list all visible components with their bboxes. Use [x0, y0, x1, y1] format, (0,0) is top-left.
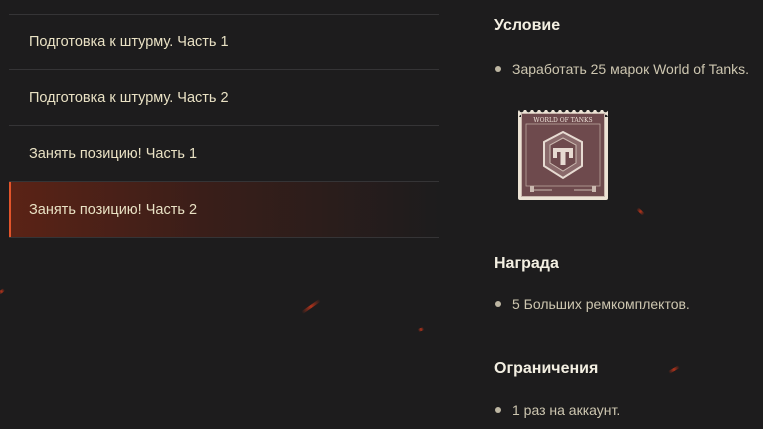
stamp-artwork: WORLD OF TANKS: [525, 117, 601, 192]
limits-item: 1 раз на аккаунт.: [494, 402, 620, 418]
mission-label: Занять позицию! Часть 2: [29, 201, 198, 218]
ember-spark: [417, 327, 425, 332]
reward-item: 5 Больших ремкомплектов.: [494, 296, 690, 312]
mission-label: Подготовка к штурму. Часть 1: [29, 34, 229, 50]
mission-list: Подготовка к штурму. Часть 1 Подготовка …: [9, 0, 439, 238]
ember-spark: [0, 288, 6, 295]
bullet-dot: [495, 407, 501, 413]
ember-spark: [301, 298, 321, 315]
bullet-dot: [495, 301, 501, 307]
mission-item[interactable]: Подготовка к штурму. Часть 2: [9, 70, 439, 126]
world-of-tanks-stamp-icon: WORLD OF TANKS: [518, 110, 608, 200]
reward-title: Награда: [494, 255, 559, 272]
mission-label: Занять позицию! Часть 1: [29, 145, 198, 162]
condition-text: Заработать 25 марок World of Tanks.: [512, 61, 750, 77]
mission-item[interactable]: Занять позицию! Часть 1: [9, 126, 439, 182]
ember-spark: [668, 365, 680, 374]
condition-title: Условие: [494, 17, 561, 34]
limits-text: 1 раз на аккаунт.: [512, 402, 621, 418]
mission-label: Подготовка к штурму. Часть 2: [29, 89, 229, 106]
condition-item: Заработать 25 марок World of Tanks.: [494, 61, 749, 77]
limits-title: Ограничения: [494, 360, 599, 377]
bullet-dot: [495, 66, 501, 72]
mission-item[interactable]: Подготовка к штурму. Часть 1: [9, 14, 439, 70]
mission-item-active[interactable]: Занять позицию! Часть 2: [9, 182, 439, 238]
ember-spark: [636, 207, 645, 216]
reward-text: 5 Больших ремкомплектов.: [512, 296, 690, 312]
stamp-text: WORLD OF TANKS: [533, 117, 592, 124]
